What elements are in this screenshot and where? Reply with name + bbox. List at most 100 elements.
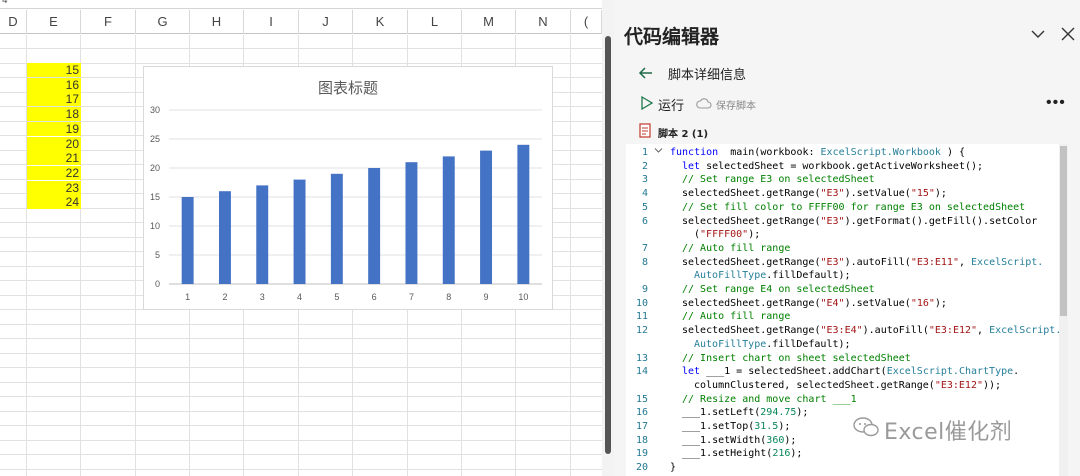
code-token: } <box>670 462 677 474</box>
code-token: ).autoFill( <box>844 256 911 268</box>
play-icon[interactable] <box>640 95 654 111</box>
cell-e-value[interactable]: 15 <box>27 63 81 77</box>
code-line[interactable]: // Insert chart on sheet selectedSheet <box>682 352 911 365</box>
cell-e-value[interactable]: 24 <box>27 195 81 210</box>
chart-bar[interactable] <box>442 156 455 284</box>
cell-e-value[interactable]: 23 <box>27 180 81 195</box>
column-header-d[interactable]: D <box>0 10 27 34</box>
column-header-n[interactable]: N <box>516 10 571 34</box>
x-tick-label: 10 <box>518 292 528 302</box>
code-line[interactable]: selectedSheet.getRange("E3").autoFill("E… <box>682 256 1043 269</box>
pane-splitter[interactable] <box>602 0 614 476</box>
y-tick-label: 5 <box>155 250 160 260</box>
code-line[interactable]: selectedSheet.getRange("E4").setValue("1… <box>682 297 947 310</box>
code-line[interactable]: selectedSheet.getRange("E3:E4").autoFill… <box>682 324 1061 337</box>
code-token: selectedSheet.getRange( <box>682 215 821 227</box>
code-line[interactable]: // Set range E4 on selectedSheet <box>682 283 875 296</box>
x-tick-label: 4 <box>297 292 302 302</box>
code-line[interactable]: AutoFillType.fillDefault); <box>694 269 851 282</box>
cell-e-value[interactable]: 18 <box>27 107 81 122</box>
code-line[interactable]: ___1.setWidth(360); <box>682 434 796 447</box>
code-line[interactable]: // Auto fill range <box>682 242 790 255</box>
back-arrow-icon[interactable] <box>636 63 656 83</box>
cloud-save-icon[interactable] <box>696 96 712 110</box>
cell-e-value[interactable]: 21 <box>27 151 81 166</box>
code-scrollbar[interactable] <box>1059 144 1068 476</box>
code-token: selectedSheet.getRange( <box>682 256 821 268</box>
code-token: ); <box>796 407 809 419</box>
chart-bar[interactable] <box>405 162 418 284</box>
line-number: 17 <box>635 421 648 432</box>
code-line[interactable]: ___1.setHeight(216); <box>682 447 802 460</box>
formula-bar-strip: 4 <box>0 0 602 9</box>
script-name: 脚本 2 (1) <box>658 129 709 140</box>
chart-bar[interactable] <box>218 191 231 284</box>
cell-e-value[interactable]: 20 <box>27 136 81 151</box>
code-line[interactable]: ___1.setTop(31.5); <box>682 420 790 433</box>
script-toolbar: 运行 保存脚本 ••• <box>636 92 1080 114</box>
code-token: "15" <box>910 188 935 200</box>
code-line[interactable]: } <box>670 461 676 474</box>
run-button[interactable]: 运行 <box>658 95 684 114</box>
column-header-i[interactable]: I <box>244 10 299 34</box>
column-header-k[interactable]: K <box>353 10 408 34</box>
line-number: 1 <box>641 147 648 158</box>
code-line[interactable]: let ___1 = selectedSheet.addChart(ExcelS… <box>682 365 1019 378</box>
grid-row-line <box>0 468 602 470</box>
x-tick-label: 5 <box>334 292 339 302</box>
code-line[interactable]: ("FFFF00"); <box>694 228 760 241</box>
column-header-g[interactable]: G <box>136 10 190 34</box>
cell-e-value[interactable]: 16 <box>27 77 81 92</box>
chart-object[interactable]: 图表标题 0 5 10 15 20 25 30 1 2 3 4 5 6 7 8 9 10 <box>143 66 553 310</box>
code-line[interactable]: columnClustered, selectedSheet.getRange(… <box>694 379 1001 392</box>
code-line[interactable]: function main(workbook: ExcelScript.Work… <box>670 146 965 159</box>
close-icon[interactable] <box>1058 24 1078 44</box>
line-number: 15 <box>635 393 648 405</box>
code-token: , <box>958 256 972 268</box>
line-number: 18 <box>635 434 648 446</box>
code-line[interactable]: AutoFillType.fillDefault); <box>694 338 851 351</box>
chart-bar[interactable] <box>480 150 493 284</box>
code-line[interactable]: // Auto fill range <box>682 310 790 323</box>
code-line[interactable]: selectedSheet.getRange("E3").setValue("1… <box>682 187 947 200</box>
code-line[interactable]: // Resize and move chart ___1 <box>682 393 857 406</box>
grid-row-line <box>0 410 602 412</box>
cell-e-value[interactable]: 19 <box>27 121 81 136</box>
script-file-icon <box>639 123 651 138</box>
code-scrollbar-thumb[interactable] <box>1060 146 1067 316</box>
code-token: )); <box>983 379 1002 391</box>
chart-bar[interactable] <box>368 168 381 284</box>
code-line[interactable]: selectedSheet.getRange("E3").getFormat()… <box>682 215 1037 228</box>
code-line[interactable]: // Set range E3 on selectedSheet <box>682 173 875 186</box>
chevron-down-icon[interactable] <box>1028 24 1048 44</box>
column-header-e[interactable]: E <box>27 10 81 34</box>
code-line[interactable]: // Set fill color to FFFF00 for range E3… <box>682 201 1025 214</box>
column-header-j[interactable]: J <box>299 10 353 34</box>
more-options-button[interactable]: ••• <box>1046 94 1066 111</box>
chart-bar[interactable] <box>293 179 306 284</box>
code-line[interactable]: let selectedSheet = workbook.getActiveWo… <box>682 160 983 173</box>
column-header-l[interactable]: L <box>408 10 462 34</box>
grid-row-line <box>0 48 602 49</box>
code-token: "16" <box>910 297 935 309</box>
save-script-button[interactable]: 保存脚本 <box>716 97 756 112</box>
code-token: function <box>670 147 719 158</box>
code-line[interactable]: ___1.setLeft(294.75); <box>682 406 808 419</box>
chart-bar[interactable] <box>517 144 530 284</box>
spreadsheet-area[interactable]: 4 D E F G H I J K L M N( 图表标题 0 5 10 15 20 25 30 1 2 3 4 5 6 7 8… <box>0 0 602 476</box>
column-header-h[interactable]: H <box>190 10 244 34</box>
pane-title: 代码编辑器 <box>624 26 720 48</box>
chart-bar[interactable] <box>181 197 194 284</box>
column-header-m[interactable]: M <box>462 10 516 34</box>
code-token: ).setValue( <box>844 297 911 309</box>
chart-bar[interactable] <box>330 173 343 284</box>
chart-bar[interactable] <box>256 185 269 284</box>
column-header-f[interactable]: F <box>81 10 136 34</box>
line-number: 19 <box>635 448 648 460</box>
column-header-o[interactable]: ( <box>571 10 602 34</box>
cell-e-value[interactable]: 17 <box>27 92 81 107</box>
grid-row-line <box>0 338 602 339</box>
splitter-handle[interactable] <box>605 36 611 454</box>
cell-e-value[interactable]: 22 <box>27 165 81 180</box>
fold-chevron-icon[interactable] <box>654 147 663 154</box>
